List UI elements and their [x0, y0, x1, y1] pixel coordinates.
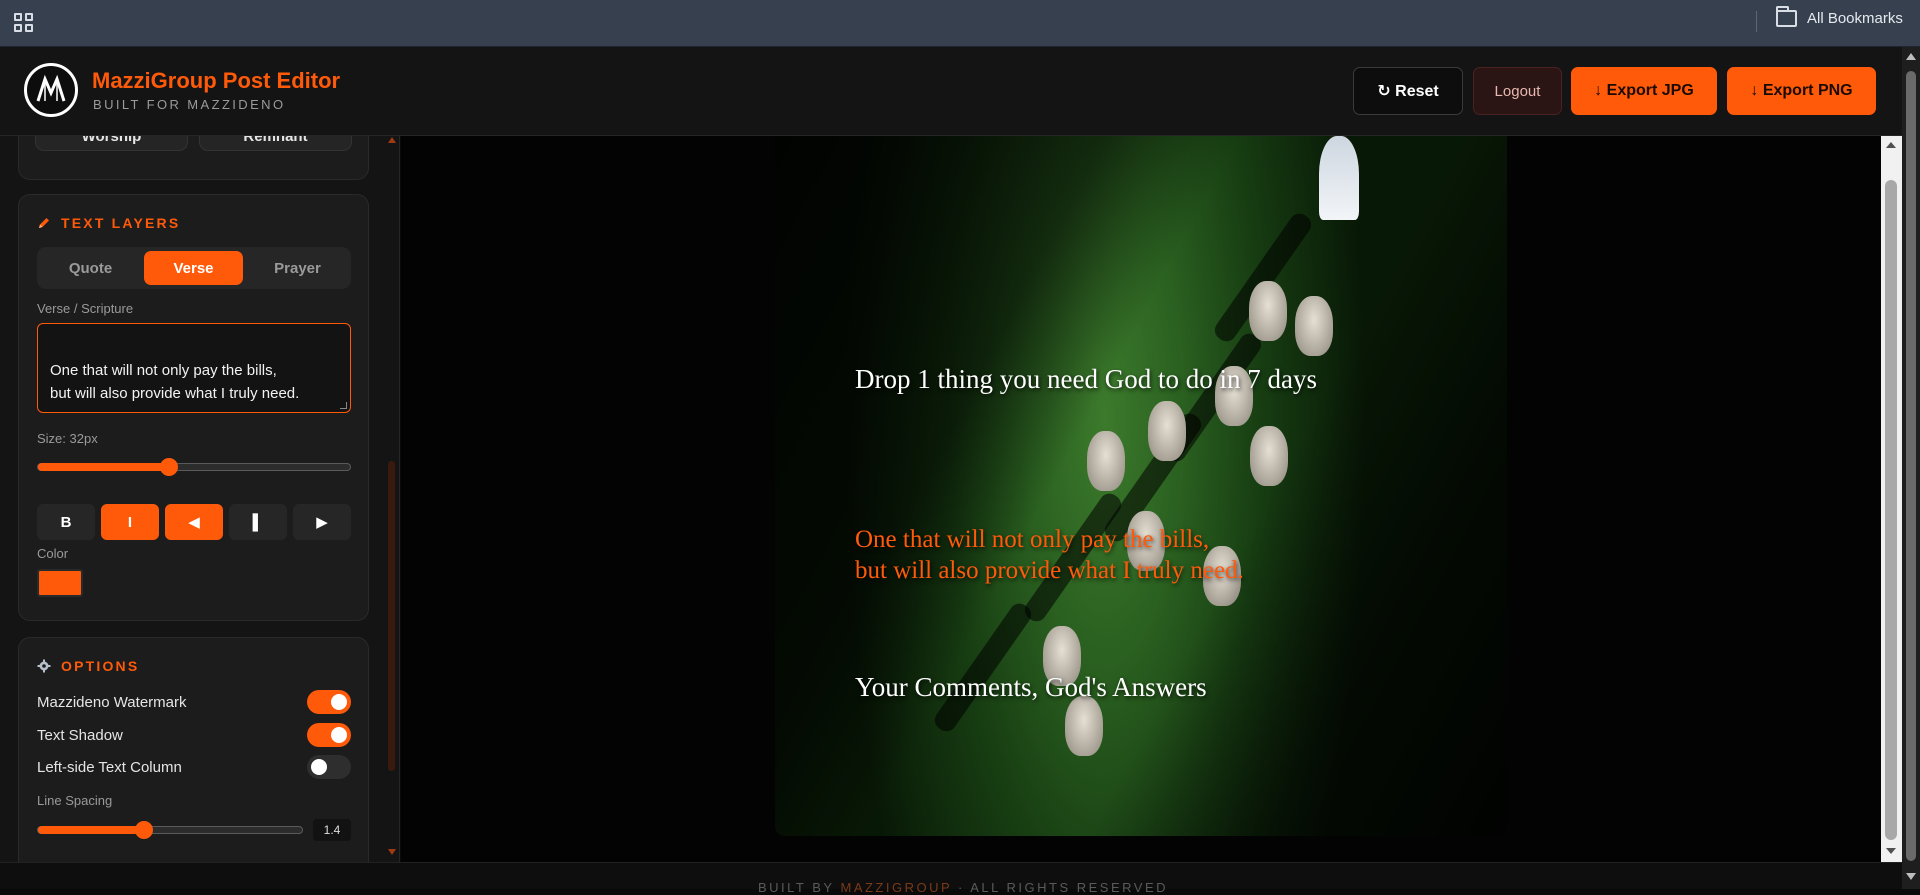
line-spacing-slider-fill: [38, 826, 144, 834]
option-text-shadow-label: Text Shadow: [37, 726, 123, 744]
apps-grid-icon[interactable]: [14, 13, 33, 32]
bookmarks-separator: [1756, 11, 1757, 32]
mazzigroup-logo: [24, 63, 78, 117]
line-spacing-slider-knob[interactable]: [134, 821, 153, 839]
verse-field-label: Verse / Scripture: [37, 301, 134, 316]
export-jpg-button[interactable]: ↓ Export JPG: [1571, 67, 1717, 115]
line-spacing-slider[interactable]: [37, 821, 303, 839]
tab-quote[interactable]: Quote: [41, 251, 140, 285]
align-left-button[interactable]: ◀: [165, 504, 223, 540]
options-heading: OPTIONS: [37, 658, 139, 674]
resize-handle-icon[interactable]: [340, 402, 347, 409]
align-right-button[interactable]: ▶: [293, 504, 351, 540]
size-slider-fill: [38, 463, 170, 471]
line-spacing-value: 1.4: [313, 819, 351, 841]
page-scrollbar-thumb[interactable]: [1906, 71, 1916, 861]
footer-brand-link[interactable]: MAZZIGROUP: [840, 880, 951, 895]
align-center-button[interactable]: ▌: [229, 504, 287, 540]
page-scroll-down-arrow[interactable]: [1906, 873, 1916, 880]
logout-button[interactable]: Logout: [1473, 67, 1562, 115]
footer: BUILT BY MAZZIGROUP · ALL RIGHTS RESERVE…: [0, 862, 1902, 895]
option-watermark-row: Mazzideno Watermark: [37, 689, 351, 715]
stage-scroll-down-arrow[interactable]: [1886, 848, 1896, 854]
bold-button[interactable]: B: [37, 504, 95, 540]
text-layers-card: TEXT LAYERS Quote Verse Prayer Verse / S…: [18, 194, 369, 621]
sidebar-scrollbar-thumb[interactable]: [388, 461, 395, 771]
option-left-column-row: Left-side Text Column: [37, 754, 351, 780]
color-swatch[interactable]: [37, 569, 83, 597]
post-canvas[interactable]: Drop 1 thing you need God to do in 7 day…: [775, 136, 1507, 836]
option-text-shadow-row: Text Shadow: [37, 722, 351, 748]
folder-icon: [1776, 6, 1797, 27]
page-scroll-up-arrow[interactable]: [1906, 53, 1916, 60]
sidebar-scroll-up-arrow[interactable]: [388, 137, 396, 143]
text-layer-tabs: Quote Verse Prayer: [37, 247, 351, 289]
footer-suffix: · ALL RIGHTS RESERVED: [951, 880, 1169, 895]
preview-stage: Drop 1 thing you need God to do in 7 day…: [401, 136, 1883, 862]
size-slider-knob[interactable]: [160, 458, 179, 476]
editor-sidebar: Worship Remnant TEXT LAYERS Quote Verse …: [0, 136, 400, 862]
size-label: Size: 32px: [37, 431, 98, 446]
preset-worship-button[interactable]: Worship: [35, 136, 188, 151]
verse-textarea[interactable]: One that will not only pay the bills, bu…: [37, 323, 351, 413]
stage-scrollbar-thumb[interactable]: [1885, 180, 1897, 840]
options-card: OPTIONS Mazzideno Watermark Text Shadow …: [18, 637, 369, 862]
bookmarks-bar: All Bookmarks: [0, 0, 1920, 47]
canvas-prayer-text[interactable]: Your Comments, God's Answers: [855, 672, 1207, 703]
tab-prayer[interactable]: Prayer: [248, 251, 347, 285]
export-png-button[interactable]: ↓ Export PNG: [1727, 67, 1876, 115]
sidebar-scroll-down-arrow[interactable]: [388, 849, 396, 855]
footer-prefix: BUILT BY: [758, 880, 841, 895]
footer-text: BUILT BY MAZZIGROUP · ALL RIGHTS RESERVE…: [758, 880, 1168, 895]
all-bookmarks-label: All Bookmarks: [1807, 10, 1903, 27]
text-layers-title: TEXT LAYERS: [61, 215, 181, 231]
presets-card: Worship Remnant: [18, 136, 369, 180]
stage-scrollbar[interactable]: [1881, 136, 1902, 862]
options-title: OPTIONS: [61, 658, 140, 674]
text-layers-heading: TEXT LAYERS: [37, 215, 180, 231]
gear-icon: [37, 659, 51, 673]
left-column-toggle[interactable]: [307, 755, 351, 779]
app-subtitle: BUILT FOR MAZZIDENO: [93, 97, 286, 112]
page-scrollbar[interactable]: [1902, 47, 1920, 889]
all-bookmarks-button[interactable]: All Bookmarks: [1776, 6, 1903, 27]
light-beam-overlay: [775, 136, 1507, 836]
preset-remnant-button[interactable]: Remnant: [199, 136, 352, 151]
line-spacing-label: Line Spacing: [37, 793, 113, 808]
color-label: Color: [37, 546, 69, 561]
mazzigroup-logo-mark: [36, 74, 66, 102]
app-header: MazziGroup Post Editor BUILT FOR MAZZIDE…: [0, 47, 1902, 136]
app-title: MazziGroup Post Editor: [92, 68, 341, 93]
canvas-quote-text[interactable]: Drop 1 thing you need God to do in 7 day…: [855, 364, 1317, 395]
pencil-icon: [39, 218, 49, 228]
watermark-toggle[interactable]: [307, 690, 351, 714]
option-left-column-label: Left-side Text Column: [37, 758, 182, 776]
size-slider[interactable]: [37, 458, 351, 476]
text-shadow-toggle[interactable]: [307, 723, 351, 747]
reset-button[interactable]: ↻ Reset: [1353, 67, 1463, 115]
tab-verse[interactable]: Verse: [144, 251, 243, 285]
stage-scroll-up-arrow[interactable]: [1886, 142, 1896, 148]
canvas-verse-text[interactable]: One that will not only pay the bills, bu…: [855, 524, 1244, 586]
option-watermark-label: Mazzideno Watermark: [37, 693, 187, 711]
italic-button[interactable]: I: [101, 504, 159, 540]
verse-textarea-value: One that will not only pay the bills, bu…: [50, 362, 300, 402]
